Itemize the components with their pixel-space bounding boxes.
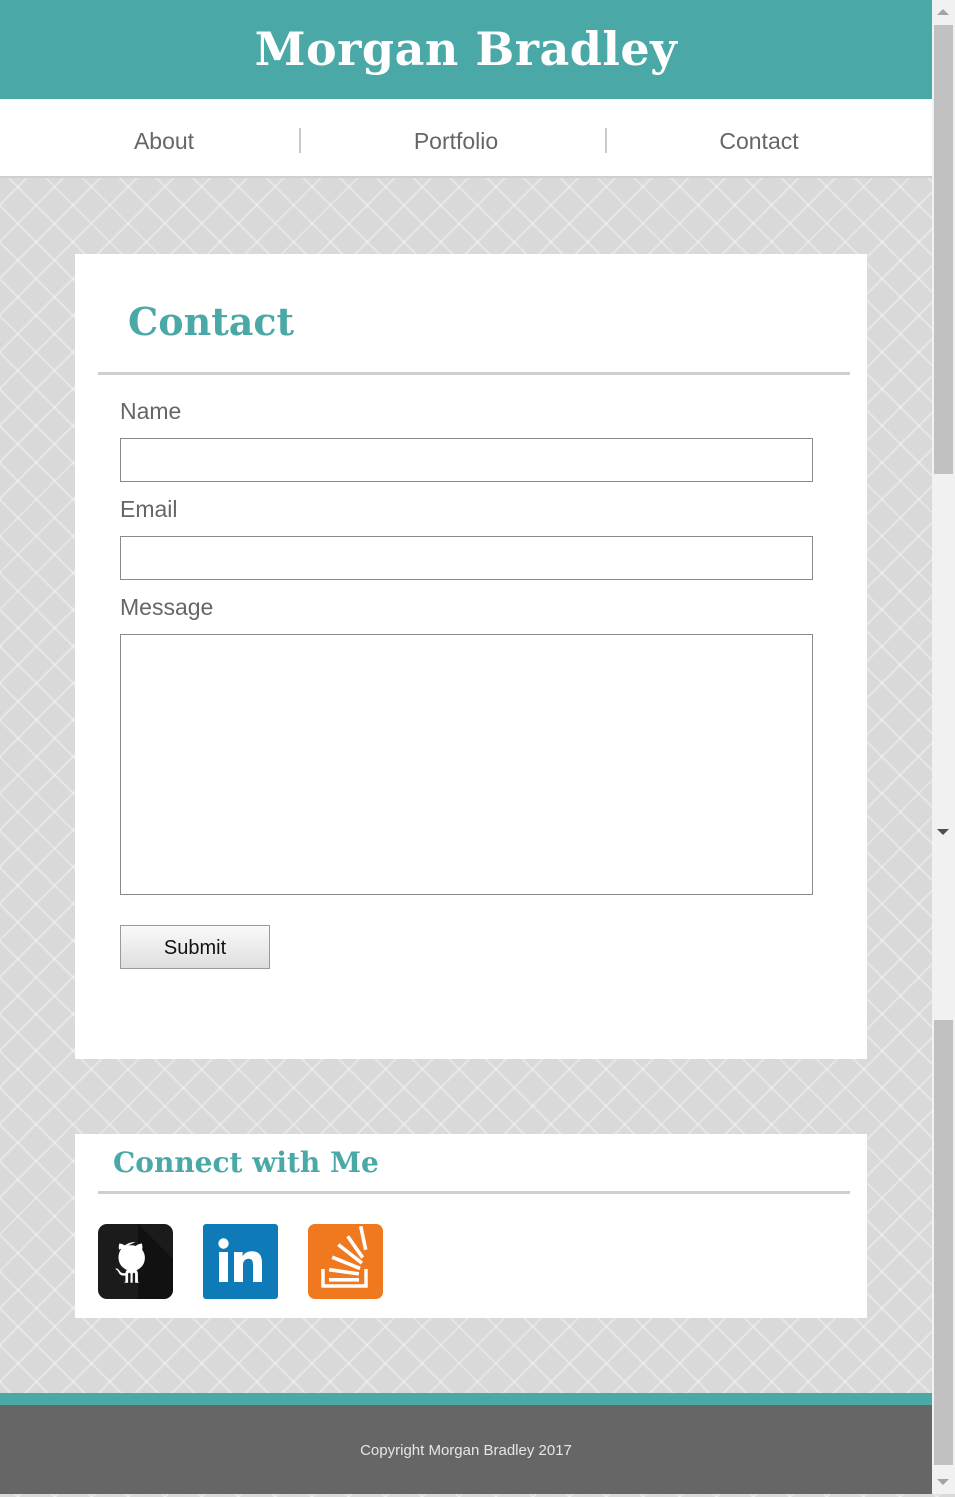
- footer-stripe: [0, 1393, 932, 1405]
- footer: Copyright Morgan Bradley 2017: [0, 1405, 932, 1494]
- divider: [98, 1191, 850, 1194]
- name-label: Name: [120, 398, 182, 424]
- linkedin-icon: [218, 1238, 262, 1282]
- nav-separator: [605, 128, 607, 153]
- scroll-down-arrow-icon[interactable]: [937, 1479, 949, 1485]
- submit-button[interactable]: Submit: [120, 925, 270, 969]
- page: Morgan Bradley About Portfolio Contact C…: [0, 0, 932, 1494]
- site-title: Morgan Bradley: [254, 22, 678, 76]
- copyright-text: Copyright Morgan Bradley 2017: [360, 1442, 572, 1459]
- scroll-thumb[interactable]: [934, 25, 953, 474]
- nav-portfolio[interactable]: Portfolio: [340, 99, 572, 176]
- nav-contact[interactable]: Contact: [646, 99, 872, 176]
- linkedin-link[interactable]: [203, 1224, 278, 1299]
- connect-heading: Connect with Me: [113, 1146, 379, 1179]
- message-label: Message: [120, 594, 214, 620]
- stackoverflow-link[interactable]: [308, 1224, 383, 1299]
- scroll-up-arrow-icon[interactable]: [937, 9, 949, 15]
- email-input[interactable]: [120, 536, 813, 580]
- scroll-marker-icon: [937, 829, 949, 835]
- github-icon: [115, 1224, 173, 1299]
- divider: [98, 372, 850, 375]
- name-input[interactable]: [120, 438, 813, 482]
- scroll-track-segment[interactable]: [934, 1020, 953, 1465]
- github-link[interactable]: [98, 1224, 173, 1299]
- message-textarea[interactable]: [120, 634, 813, 895]
- contact-card: Contact Name Email Message Submit: [75, 254, 867, 1059]
- connect-card: Connect with Me: [75, 1134, 867, 1318]
- main-nav: About Portfolio Contact: [0, 99, 932, 178]
- contact-heading: Contact: [128, 299, 295, 344]
- scrollbar[interactable]: [932, 0, 955, 1494]
- stackoverflow-icon: [321, 1225, 368, 1288]
- email-label: Email: [120, 496, 178, 522]
- nav-separator: [299, 128, 301, 153]
- nav-about[interactable]: About: [50, 99, 278, 176]
- site-header: Morgan Bradley: [0, 0, 932, 99]
